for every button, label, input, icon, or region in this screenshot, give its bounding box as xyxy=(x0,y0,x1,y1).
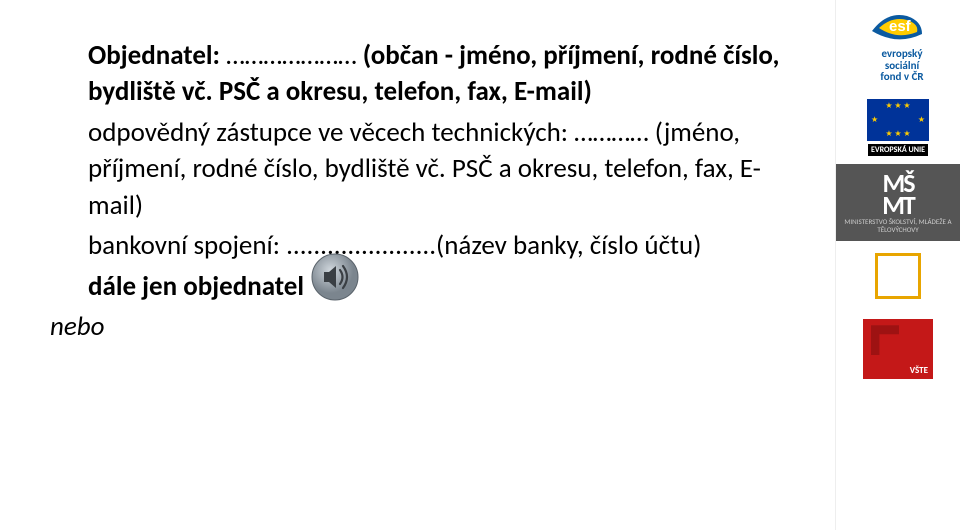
vste-label: VŠTE xyxy=(910,365,928,376)
logo-eu: ★★ EVROPSKÁ UNIE xyxy=(836,91,960,164)
dots-placeholder xyxy=(226,39,357,72)
esf-icon: esf xyxy=(867,6,929,46)
vste-icon: VŠTE xyxy=(863,319,933,379)
speaker-icon[interactable] xyxy=(310,252,360,307)
msmt-icon: MŠMT xyxy=(882,172,914,216)
paragraph-zastupce: odpovědný zástupce ve věcech technických… xyxy=(88,115,815,224)
esf-text-1: evropský xyxy=(873,48,922,60)
logo-esf: esf evropský sociální fond v ČR xyxy=(836,0,960,91)
logo-sidebar: esf evropský sociální fond v ČR ★★ EVROP… xyxy=(835,0,960,530)
paragraph-objednatel: Objednatel: (občan - jméno, příjmení, ro… xyxy=(88,38,815,111)
opvk-icon xyxy=(875,253,921,299)
paragraph-bankovni: bankovní spojení: ......................… xyxy=(88,228,815,264)
slide: Objednatel: (občan - jméno, příjmení, ro… xyxy=(0,0,960,530)
logo-msmt: MŠMT MINISTERSTVO ŠKOLSTVÍ, MLÁDEŽE A TĚ… xyxy=(836,164,960,242)
eu-label: EVROPSKÁ UNIE xyxy=(868,144,928,156)
eu-flag-icon: ★★ xyxy=(867,99,929,141)
paragraph-nebo: nebo xyxy=(50,309,815,345)
label-objednatel: Objednatel: xyxy=(88,39,220,72)
slide-content: Objednatel: (občan - jméno, příjmení, ro… xyxy=(0,0,835,530)
esf-text-3: fond v ČR xyxy=(872,71,923,83)
label-bankovni: bankovní spojení: xyxy=(88,229,280,262)
paragraph-dalejen: dále jen objednatel xyxy=(88,269,815,305)
logo-opvk xyxy=(836,241,960,311)
msmt-text: MINISTERSTVO ŠKOLSTVÍ, MLÁDEŽE A TĚLOVÝC… xyxy=(840,218,956,233)
svg-text:esf: esf xyxy=(889,18,912,35)
logo-vste: VŠTE xyxy=(836,311,960,387)
